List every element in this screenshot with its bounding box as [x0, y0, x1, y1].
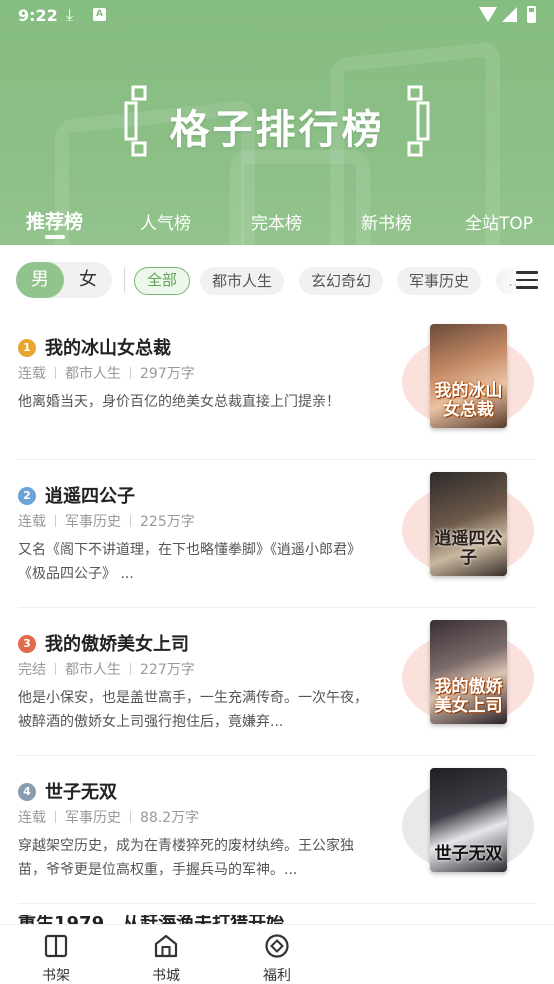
- bookshelf-icon: [44, 934, 68, 958]
- book-genre: 军事历史: [65, 514, 121, 530]
- cover-title: 逍遥四公子: [434, 529, 503, 568]
- status-bar: 9:22 ⤓ A: [0, 0, 554, 32]
- book-title[interactable]: 逍遥四公子: [45, 482, 135, 508]
- gender-toggle[interactable]: 男 女: [16, 262, 112, 298]
- tab-popular[interactable]: 人气榜: [140, 209, 191, 234]
- divider: [18, 607, 536, 608]
- nav-label: 福利: [263, 968, 291, 984]
- menu-icon[interactable]: [516, 271, 538, 289]
- page-title: 格子排行榜: [169, 106, 385, 153]
- nav-bookstore[interactable]: 书城: [126, 925, 206, 984]
- book-status: 连载: [18, 366, 46, 382]
- book-description: 穿越架空历史，成为在青楼猝死的废材纨绔。王公家独苗，爷爷更是位高权重，手握兵马的…: [18, 838, 354, 878]
- welfare-icon: [265, 934, 289, 958]
- cover-title: 世子无双: [434, 844, 503, 864]
- book-description: 他是小保安，也是盖世高手，一生充满传奇。一次午夜，被醉酒的傲娇女上司强行抱住后，…: [18, 690, 368, 730]
- book-meta: 连载 军事历史 88.2万字: [18, 807, 199, 827]
- book-title[interactable]: 世子无双: [45, 778, 117, 804]
- book-genre: 都市人生: [65, 662, 121, 678]
- list-item[interactable]: 3 我的傲娇美女上司 完结 都市人生 227万字 他是小保安，也是盖世高手，一生充满…: [0, 620, 554, 768]
- wifi-icon: [479, 7, 497, 22]
- book-description: 他离婚当天，身价百亿的绝美女总裁直接上门提亲！: [18, 394, 340, 410]
- signal-icon: [502, 7, 517, 22]
- book-cover[interactable]: 逍遥四公子: [430, 472, 507, 576]
- nav-label: 书架: [42, 968, 70, 984]
- divider: [124, 267, 125, 293]
- a-icon: A: [93, 8, 106, 21]
- book-genre: 军事历史: [65, 810, 121, 826]
- divider: [18, 903, 536, 904]
- ranking-header: 9:22 ⤓ A 格子排行榜 推荐榜 人气榜 完本榜 新书榜 全站TOP: [0, 0, 554, 245]
- category-military-history[interactable]: 军事历史: [397, 267, 482, 295]
- gender-male-option[interactable]: 男: [16, 262, 64, 298]
- book-title[interactable]: 我的冰山女总裁: [45, 334, 171, 360]
- tab-completed[interactable]: 完本榜: [251, 209, 302, 234]
- list-item[interactable]: 2 逍遥四公子 连载 军事历史 225万字 又名《阁下不讲道理，在下也略懂拳脚》《逍…: [0, 472, 554, 620]
- category-fantasy[interactable]: 玄幻奇幻: [299, 267, 384, 295]
- book-cover[interactable]: 世子无双: [430, 768, 507, 872]
- battery-icon: [527, 6, 536, 23]
- nav-bookshelf[interactable]: 书架: [16, 925, 96, 984]
- category-all[interactable]: 全部: [134, 267, 191, 295]
- page-title-block: 格子排行榜: [0, 85, 554, 165]
- book-meta: 完结 都市人生 227万字: [18, 659, 195, 679]
- book-word-count: 297万字: [140, 366, 195, 382]
- book-word-count: 88.2万字: [140, 810, 200, 826]
- tab-site-top[interactable]: 全站TOP: [465, 209, 533, 234]
- list-item[interactable]: 4 世子无双 连载 军事历史 88.2万字 穿越架空历史，成为在青楼猝死的废材纨绔。…: [0, 768, 554, 916]
- bookstore-icon: [154, 934, 178, 958]
- list-item[interactable]: 1 我的冰山女总裁 连载 都市人生 297万字 他离婚当天，身价百亿的绝美女总裁直接…: [0, 324, 554, 472]
- tab-new-books[interactable]: 新书榜: [361, 209, 412, 234]
- category-urban[interactable]: 都市人生: [200, 267, 285, 295]
- book-meta: 连载 军事历史 225万字: [18, 511, 195, 531]
- divider: [18, 459, 536, 460]
- ranking-tabs: 推荐榜 人气榜 完本榜 新书榜 全站TOP: [0, 205, 554, 245]
- book-meta: 连载 都市人生 297万字: [18, 363, 195, 383]
- book-status: 连载: [18, 514, 46, 530]
- tab-recommended[interactable]: 推荐榜: [26, 207, 83, 234]
- rank-badge: 3: [18, 635, 36, 653]
- status-time: 9:22: [18, 6, 58, 25]
- book-word-count: 225万字: [140, 514, 195, 530]
- book-status: 连载: [18, 810, 46, 826]
- cover-title: 我的冰山女总裁: [434, 381, 503, 420]
- active-tab-indicator: [45, 235, 65, 239]
- nav-welfare[interactable]: 福利: [237, 925, 317, 984]
- nav-label: 书城: [152, 968, 180, 984]
- bottom-navigation: 书架 书城 福利: [0, 924, 554, 984]
- rank-badge: 2: [18, 487, 36, 505]
- book-cover[interactable]: 我的傲娇美女上司: [430, 620, 507, 724]
- book-genre: 都市人生: [65, 366, 121, 382]
- book-cover[interactable]: 我的冰山女总裁: [430, 324, 507, 428]
- rank-badge: 1: [18, 339, 36, 357]
- divider: [18, 755, 536, 756]
- right-ornament-icon: [407, 85, 430, 157]
- download-icon: ⤓: [66, 5, 74, 24]
- book-status: 完结: [18, 662, 46, 678]
- book-description: 又名《阁下不讲道理，在下也略懂拳脚》《逍遥小郎君》《极品四公子》 ...: [18, 542, 361, 582]
- filter-bar: 男 女 全部 都市人生 玄幻奇幻 军事历史 …: [0, 245, 554, 315]
- gender-female-option[interactable]: 女: [64, 262, 112, 298]
- cover-title: 我的傲娇美女上司: [434, 677, 503, 716]
- rank-badge: 4: [18, 783, 36, 801]
- book-word-count: 227万字: [140, 662, 195, 678]
- book-title[interactable]: 我的傲娇美女上司: [45, 630, 189, 656]
